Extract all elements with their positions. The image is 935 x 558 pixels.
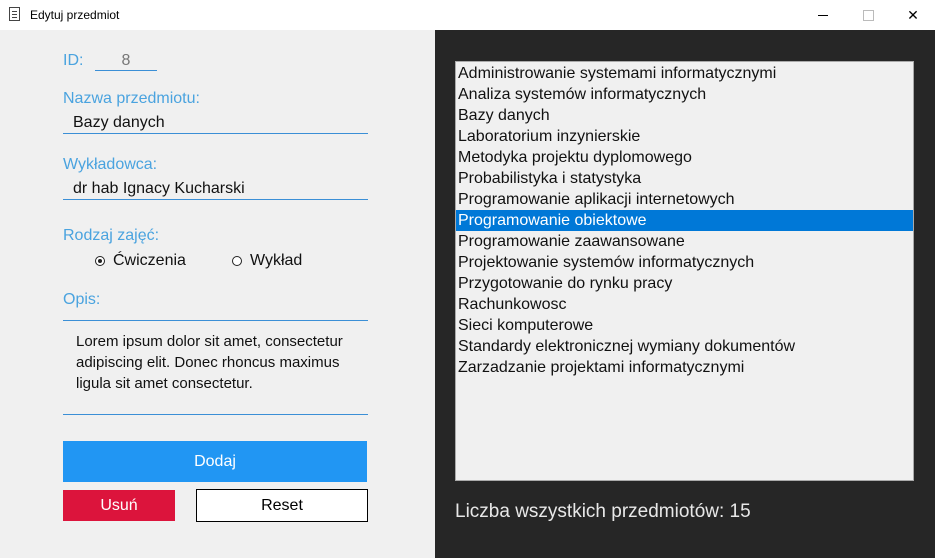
list-item[interactable]: Rachunkowosc — [456, 294, 913, 315]
add-button[interactable]: Dodaj — [63, 441, 367, 482]
subject-list[interactable]: Administrowanie systemami informatycznym… — [455, 61, 914, 481]
name-underline — [63, 133, 368, 134]
list-item[interactable]: Projektowanie systemów informatycznych — [456, 252, 913, 273]
id-label: ID: — [63, 52, 84, 69]
list-item[interactable]: Programowanie aplikacji internetowych — [456, 189, 913, 210]
maximize-button[interactable] — [845, 0, 891, 30]
radio-cwiczenia-label: Ćwiczenia — [113, 252, 186, 269]
name-label: Nazwa przedmiotu: — [63, 90, 200, 107]
id-underline — [95, 70, 157, 71]
list-item[interactable]: Analiza systemów informatycznych — [456, 84, 913, 105]
lecturer-underline — [63, 199, 368, 200]
list-item[interactable]: Standardy elektronicznej wymiany dokumen… — [456, 336, 913, 357]
list-item[interactable]: Sieci komputerowe — [456, 315, 913, 336]
id-field[interactable]: 8 — [95, 52, 157, 70]
desc-underline — [63, 414, 368, 415]
minimize-icon — [818, 14, 828, 16]
radio-checked-icon — [95, 256, 105, 266]
name-field[interactable]: Bazy danych — [73, 114, 165, 132]
radio-wyklad-label: Wykład — [250, 252, 303, 269]
window-title: Edytuj przedmiot — [30, 8, 120, 22]
radio-wyklad[interactable]: Wykład — [232, 252, 302, 270]
radio-unchecked-icon — [232, 256, 242, 266]
list-item[interactable]: Metodyka projektu dyplomowego — [456, 147, 913, 168]
minimize-button[interactable] — [800, 0, 846, 30]
list-item[interactable]: Przygotowanie do rynku pracy — [456, 273, 913, 294]
title-bar: Edytuj przedmiot ✕ — [0, 0, 935, 30]
subject-count: Liczba wszystkich przedmiotów: 15 — [455, 501, 751, 522]
list-item[interactable]: Probabilistyka i statystyka — [456, 168, 913, 189]
list-item[interactable]: Zarzadzanie projektami informatycznymi — [456, 357, 913, 378]
desc-field[interactable]: Lorem ipsum dolor sit amet, consectetur … — [76, 331, 351, 394]
list-item[interactable]: Programowanie zaawansowane — [456, 231, 913, 252]
list-item[interactable]: Laboratorium inzynierskie — [456, 126, 913, 147]
lecturer-field[interactable]: dr hab Ignacy Kucharski — [73, 180, 245, 198]
document-icon — [9, 7, 20, 21]
list-item[interactable]: Programowanie obiektowe — [456, 210, 913, 231]
close-icon: ✕ — [907, 6, 919, 23]
delete-button[interactable]: Usuń — [63, 490, 175, 521]
list-item[interactable]: Bazy danych — [456, 105, 913, 126]
type-label: Rodzaj zajęć: — [63, 227, 160, 244]
reset-button[interactable]: Reset — [196, 489, 368, 522]
list-item[interactable]: Administrowanie systemami informatycznym… — [456, 63, 913, 84]
close-button[interactable]: ✕ — [890, 0, 935, 30]
desc-label: Opis: — [63, 291, 101, 308]
radio-cwiczenia[interactable]: Ćwiczenia — [95, 252, 186, 270]
maximize-icon — [862, 9, 874, 21]
desc-top-line — [63, 320, 368, 321]
lecturer-label: Wykładowca: — [63, 156, 158, 173]
